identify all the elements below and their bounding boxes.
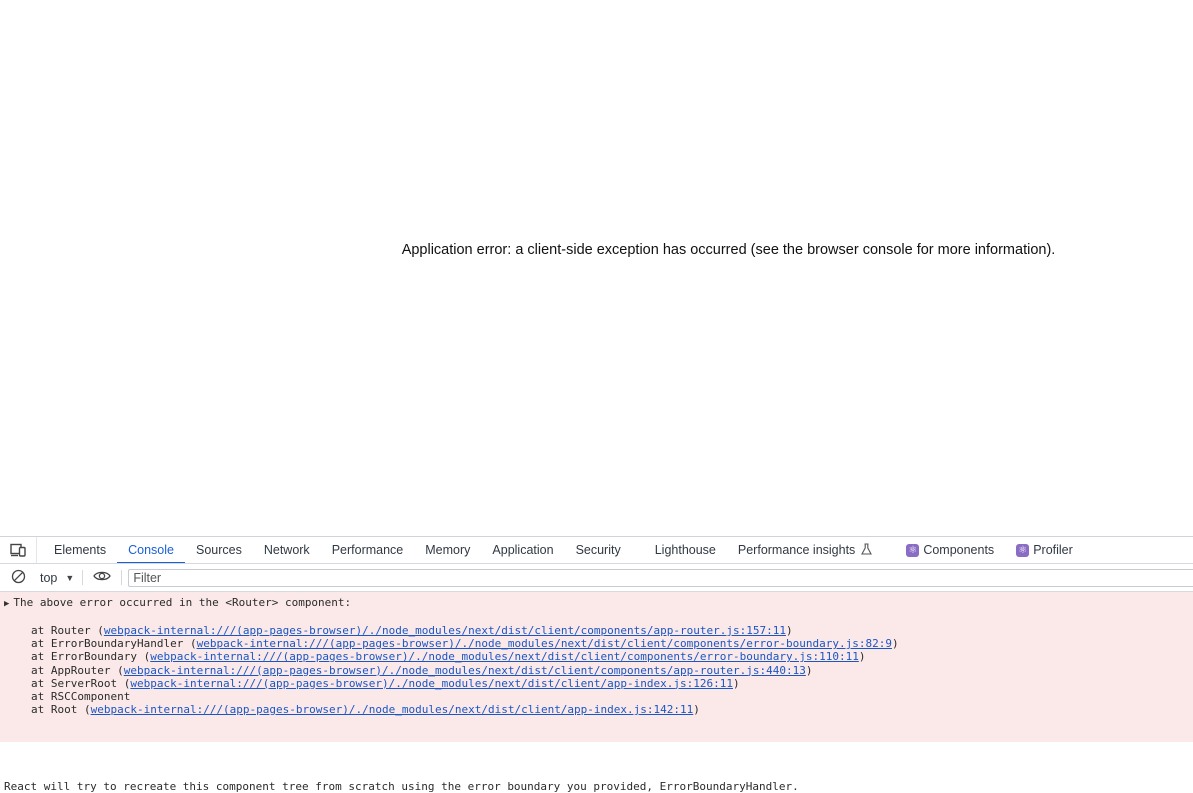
frame-prefix: at ErrorBoundaryHandler ( bbox=[31, 637, 197, 651]
tab-spacer bbox=[883, 537, 895, 563]
expand-triangle-icon[interactable]: ▶ bbox=[4, 599, 9, 609]
tab-console[interactable]: Console bbox=[117, 537, 185, 563]
live-expression-icon bbox=[93, 570, 112, 585]
tab-label: Performance insights bbox=[737, 543, 856, 557]
tab-sources[interactable]: Sources bbox=[185, 537, 253, 563]
frame-suffix: ) bbox=[858, 650, 866, 664]
tab-label: Lighthouse bbox=[654, 543, 716, 557]
frame-suffix: ) bbox=[693, 703, 700, 717]
clear-console-button[interactable] bbox=[0, 564, 36, 591]
frame-prefix: at Root ( bbox=[31, 703, 91, 717]
tab-performance[interactable]: Performance bbox=[321, 537, 415, 563]
tab-label: Profiler bbox=[1033, 543, 1073, 557]
console-toolbar: top ▼ bbox=[0, 564, 1193, 592]
tab-elements[interactable]: Elements bbox=[43, 537, 117, 563]
error-footer-text: React will try to recreate this componen… bbox=[4, 780, 799, 793]
stack-frame: at RSCComponent bbox=[31, 690, 899, 703]
source-link[interactable]: webpack-internal:///(app-pages-browser)/… bbox=[197, 637, 892, 650]
react-icon: ⚛ bbox=[1016, 543, 1030, 557]
tab-network[interactable]: Network bbox=[253, 537, 321, 563]
devtools-panel: Elements Console Sources Network Perform… bbox=[0, 536, 1193, 793]
tab-label: Application bbox=[492, 543, 554, 557]
page-viewport: Application error: a client-side excepti… bbox=[0, 0, 1193, 536]
tab-components[interactable]: ⚛ Components bbox=[895, 537, 1005, 563]
source-link[interactable]: webpack-internal:///(app-pages-browser)/… bbox=[91, 703, 694, 716]
source-link[interactable]: webpack-internal:///(app-pages-browser)/… bbox=[130, 677, 733, 690]
frame-suffix: ) bbox=[733, 676, 740, 690]
experiment-flask-icon bbox=[861, 542, 873, 558]
frame-suffix: ) bbox=[785, 624, 793, 637]
tab-label: Console bbox=[128, 543, 174, 557]
react-icon: ⚛ bbox=[906, 543, 920, 557]
live-expression-button[interactable] bbox=[83, 570, 123, 585]
context-value: top bbox=[40, 570, 58, 585]
console-error-message: ▶ The above error occurred in the <Router… bbox=[0, 592, 1193, 793]
stack-frame: at ErrorBoundary (webpack-internal:///(a… bbox=[31, 650, 899, 663]
tab-profiler[interactable]: ⚛ Profiler bbox=[1005, 537, 1084, 563]
tab-spacer bbox=[632, 537, 644, 563]
tab-performance-insights[interactable]: Performance insights bbox=[727, 537, 883, 563]
stack-frame: at Root (webpack-internal:///(app-pages-… bbox=[31, 703, 899, 716]
frame-prefix: at ErrorBoundary ( bbox=[31, 650, 151, 664]
tab-application[interactable]: Application bbox=[481, 537, 564, 563]
source-link[interactable]: webpack-internal:///(app-pages-browser)/… bbox=[150, 650, 859, 663]
tab-label: Security bbox=[575, 543, 621, 557]
stack-frame: at ErrorBoundaryHandler (webpack-interna… bbox=[31, 637, 899, 650]
tab-label: Elements bbox=[54, 543, 107, 557]
frame-suffix: ) bbox=[891, 637, 899, 651]
stack-trace: at Router (webpack-internal:///(app-page… bbox=[31, 624, 899, 716]
tab-label: Sources bbox=[195, 543, 242, 557]
tab-label: Network bbox=[263, 543, 310, 557]
frame-prefix: at RSCComponent bbox=[31, 689, 131, 703]
frame-prefix: at ServerRoot ( bbox=[31, 676, 131, 690]
page-content: Application error: a client-side excepti… bbox=[0, 0, 1193, 536]
stack-frame: at ServerRoot (webpack-internal:///(app-… bbox=[31, 677, 899, 690]
chevron-down-icon: ▼ bbox=[65, 572, 75, 583]
filter-input[interactable] bbox=[128, 568, 1193, 587]
tab-label: Memory bbox=[425, 543, 471, 557]
clear-console-icon bbox=[11, 569, 26, 587]
application-error-message: Application error: a client-side excepti… bbox=[401, 242, 1056, 258]
devtools-tabbar: Elements Console Sources Network Perform… bbox=[0, 537, 1193, 564]
context-selector[interactable]: top ▼ bbox=[36, 570, 84, 585]
error-header-text: The above error occurred in the <Router>… bbox=[13, 596, 352, 609]
error-header[interactable]: ▶ The above error occurred in the <Router… bbox=[4, 596, 351, 609]
source-link[interactable]: webpack-internal:///(app-pages-browser)/… bbox=[124, 664, 806, 677]
source-link[interactable]: webpack-internal:///(app-pages-browser)/… bbox=[104, 624, 786, 637]
stack-frame: at AppRouter (webpack-internal:///(app-p… bbox=[31, 664, 899, 677]
frame-prefix: at AppRouter ( bbox=[31, 663, 124, 677]
tab-lighthouse[interactable]: Lighthouse bbox=[644, 537, 727, 563]
frame-prefix: at Router ( bbox=[31, 624, 104, 637]
stack-frame: at Router (webpack-internal:///(app-page… bbox=[31, 624, 899, 637]
tab-label: Performance bbox=[331, 543, 404, 557]
tab-security[interactable]: Security bbox=[565, 537, 632, 563]
device-toggle-icon[interactable] bbox=[0, 537, 37, 563]
tab-label: Components bbox=[923, 543, 995, 557]
frame-suffix: ) bbox=[805, 663, 813, 677]
tab-memory[interactable]: Memory bbox=[414, 537, 481, 563]
